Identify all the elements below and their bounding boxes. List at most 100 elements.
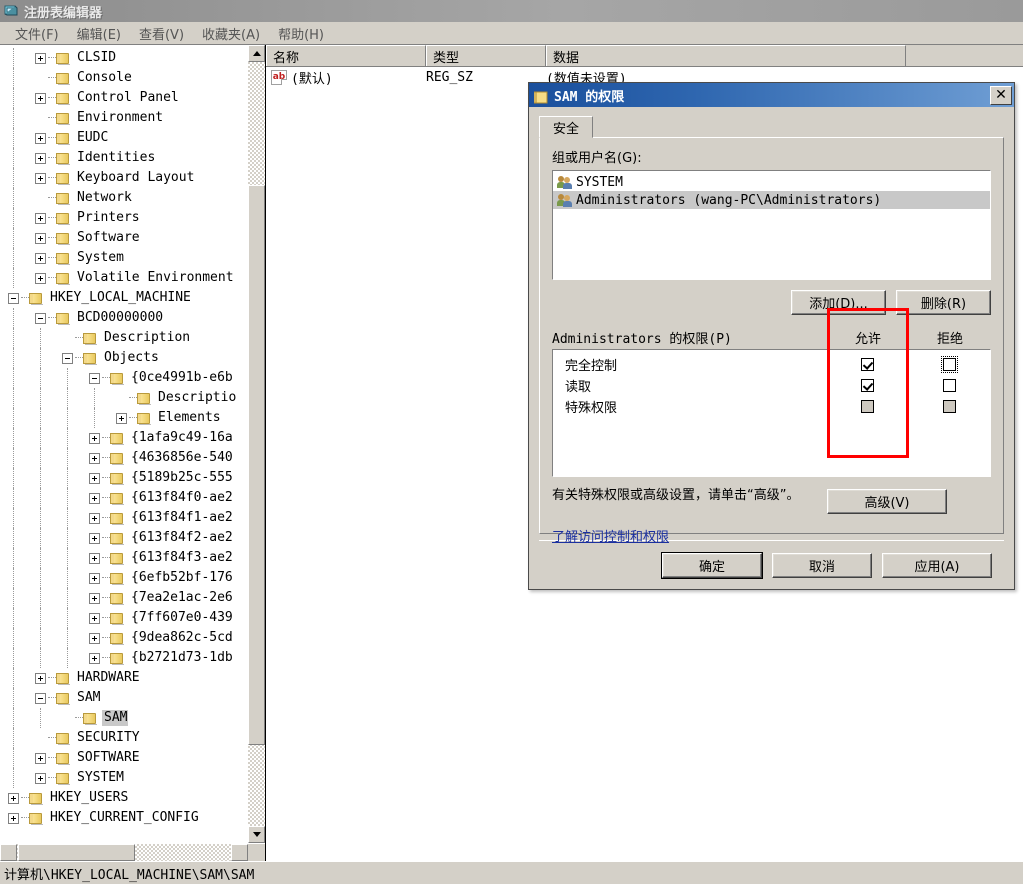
expand-icon[interactable]: [35, 232, 46, 244]
expand-icon[interactable]: [35, 212, 46, 224]
deny-checkbox-read[interactable]: [942, 379, 956, 392]
expand-icon[interactable]: [89, 492, 100, 504]
column-header-name[interactable]: 名称: [266, 45, 426, 66]
add-button[interactable]: 添加(D)...: [791, 290, 886, 315]
expand-icon[interactable]: [89, 652, 100, 664]
list-item[interactable]: Administrators (wang-PC\Administrators): [553, 191, 990, 209]
expand-icon[interactable]: [89, 512, 100, 524]
group-or-user-list[interactable]: SYSTEM Administrators (wang-PC\Administr…: [552, 170, 991, 280]
permission-row[interactable]: 特殊权限: [553, 396, 990, 417]
tree-item[interactable]: Keyboard Layout: [0, 168, 265, 188]
tree-scroll-left-button[interactable]: [0, 844, 17, 861]
tree-item[interactable]: {9dea862c-5cd: [0, 628, 265, 648]
tree-item[interactable]: Environment: [0, 108, 265, 128]
tree-item[interactable]: Objects: [0, 348, 265, 368]
expand-icon[interactable]: [89, 632, 100, 644]
tree-item[interactable]: {613f84f1-ae2: [0, 508, 265, 528]
allow-checkbox-full-control[interactable]: [860, 358, 874, 371]
permission-row[interactable]: 完全控制: [553, 354, 990, 375]
permissions-list[interactable]: 完全控制 读取 特殊权限: [552, 349, 991, 477]
cancel-button[interactable]: 取消: [772, 552, 872, 578]
tree-item[interactable]: SYSTEM: [0, 768, 265, 788]
close-icon[interactable]: ✕: [990, 85, 1012, 105]
tree-item[interactable]: System: [0, 248, 265, 268]
tree-item[interactable]: {7ea2e1ac-2e6: [0, 588, 265, 608]
tree-item[interactable]: EUDC: [0, 128, 265, 148]
tree-scroll-down-button[interactable]: [248, 826, 265, 843]
expand-icon[interactable]: [35, 272, 46, 284]
tree-hscroll-thumb[interactable]: [18, 844, 135, 861]
expand-icon[interactable]: [8, 792, 19, 804]
tree-item[interactable]: HKEY_USERS: [0, 788, 265, 808]
collapse-icon[interactable]: [89, 372, 100, 384]
expand-icon[interactable]: [35, 52, 46, 64]
tree-scroll-up-button[interactable]: [248, 45, 265, 62]
expand-icon[interactable]: [35, 772, 46, 784]
tree-item[interactable]: SECURITY: [0, 728, 265, 748]
apply-button[interactable]: 应用(A): [882, 552, 992, 578]
tree-item[interactable]: {613f84f3-ae2: [0, 548, 265, 568]
tree-item[interactable]: {b2721d73-1db: [0, 648, 265, 668]
expand-icon[interactable]: [89, 592, 100, 604]
tree-item[interactable]: Printers: [0, 208, 265, 228]
tree-item[interactable]: Network: [0, 188, 265, 208]
tree-item[interactable]: {1afa9c49-16a: [0, 428, 265, 448]
collapse-icon[interactable]: [8, 292, 19, 304]
tree-item[interactable]: SOFTWARE: [0, 748, 265, 768]
expand-icon[interactable]: [35, 92, 46, 104]
tree-item[interactable]: HKEY_CURRENT_CONFIG: [0, 808, 265, 828]
column-header-data[interactable]: 数据: [546, 45, 906, 66]
expand-icon[interactable]: [89, 552, 100, 564]
menu-edit[interactable]: 编辑(E): [68, 22, 130, 45]
tree-item[interactable]: Description: [0, 328, 265, 348]
tree-item[interactable]: Software: [0, 228, 265, 248]
tab-security[interactable]: 安全: [539, 116, 593, 138]
ok-button[interactable]: 确定: [662, 552, 762, 578]
learn-access-control-link[interactable]: 了解访问控制和权限: [552, 530, 669, 545]
expand-icon[interactable]: [89, 432, 100, 444]
tree-horizontal-scrollbar[interactable]: [0, 843, 265, 861]
expand-icon[interactable]: [35, 132, 46, 144]
menu-view[interactable]: 查看(V): [130, 22, 193, 45]
tree-item[interactable]: {6efb52bf-176: [0, 568, 265, 588]
expand-icon[interactable]: [89, 452, 100, 464]
expand-icon[interactable]: [35, 672, 46, 684]
menu-help[interactable]: 帮助(H): [269, 22, 333, 45]
collapse-icon[interactable]: [62, 352, 73, 364]
tree-item[interactable]: {4636856e-540: [0, 448, 265, 468]
tree-item[interactable]: HKEY_LOCAL_MACHINE: [0, 288, 265, 308]
tree-vertical-scrollbar[interactable]: [247, 45, 265, 843]
tree-item[interactable]: {5189b25c-555: [0, 468, 265, 488]
tree-item[interactable]: {0ce4991b-e6b: [0, 368, 265, 388]
list-item[interactable]: SYSTEM: [553, 173, 990, 191]
advanced-button[interactable]: 高级(V): [827, 489, 947, 514]
permission-row[interactable]: 读取: [553, 375, 990, 396]
tree-item[interactable]: SAM: [0, 708, 265, 728]
tree-item[interactable]: {613f84f0-ae2: [0, 488, 265, 508]
menu-file[interactable]: 文件(F): [6, 22, 68, 45]
expand-icon[interactable]: [116, 412, 127, 424]
expand-icon[interactable]: [89, 612, 100, 624]
tree-item[interactable]: Volatile Environment: [0, 268, 265, 288]
tree-item[interactable]: SAM: [0, 688, 265, 708]
expand-icon[interactable]: [35, 172, 46, 184]
expand-icon[interactable]: [89, 472, 100, 484]
expand-icon[interactable]: [8, 812, 19, 824]
allow-checkbox-read[interactable]: [860, 379, 874, 392]
expand-icon[interactable]: [89, 532, 100, 544]
tree-scroll-right-button[interactable]: [231, 844, 248, 861]
collapse-icon[interactable]: [35, 312, 46, 324]
menu-favorites[interactable]: 收藏夹(A): [193, 22, 269, 45]
tree-item[interactable]: Elements: [0, 408, 265, 428]
tree-item[interactable]: HARDWARE: [0, 668, 265, 688]
tree-item[interactable]: {7ff607e0-439: [0, 608, 265, 628]
expand-icon[interactable]: [35, 152, 46, 164]
tree-item[interactable]: CLSID: [0, 48, 265, 68]
expand-icon[interactable]: [89, 572, 100, 584]
tree-item[interactable]: Control Panel: [0, 88, 265, 108]
tree-scroll-thumb[interactable]: [248, 185, 265, 745]
tree-item[interactable]: Descriptio: [0, 388, 265, 408]
tree-item[interactable]: Identities: [0, 148, 265, 168]
expand-icon[interactable]: [35, 752, 46, 764]
tree-item[interactable]: BCD00000000: [0, 308, 265, 328]
